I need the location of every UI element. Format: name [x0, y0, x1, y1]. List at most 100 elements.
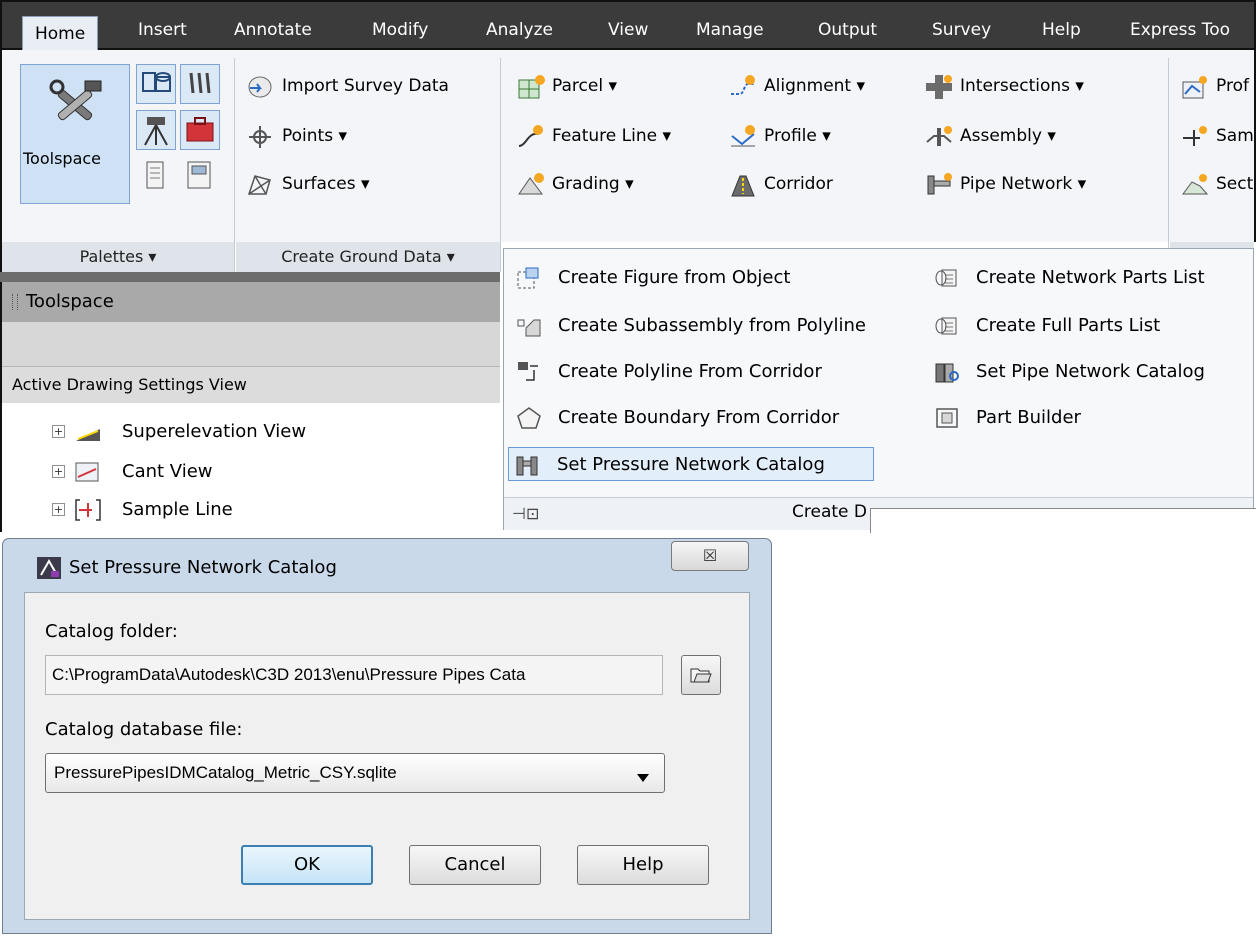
create-figure-icon [516, 266, 542, 290]
menu-label: Create Figure from Object [558, 267, 791, 288]
pin-icon[interactable]: ⊣⊡ [512, 504, 539, 523]
catalog-database-select[interactable]: PressurePipesIDMCatalog_Metric_CSY.sqlit… [45, 753, 665, 793]
pentagon-boundary-icon [516, 406, 542, 430]
menu-label: Create Full Parts List [976, 315, 1161, 336]
grading-label: Grading ▾ [552, 174, 634, 194]
palette-buttons-grid [134, 64, 230, 204]
panorama-icon[interactable] [180, 156, 220, 196]
sample-lines-icon [1180, 124, 1210, 150]
menu-label: Set Pressure Network Catalog [557, 454, 825, 475]
tab-annotate[interactable]: Annotate [234, 14, 312, 46]
dialog-title: Set Pressure Network Catalog [69, 557, 337, 578]
menu-label: Set Pipe Network Catalog [976, 361, 1205, 382]
tab-view[interactable]: View [608, 14, 648, 46]
tab-home[interactable]: Home [22, 16, 99, 51]
superelevation-view-icon [74, 419, 102, 445]
alignment-icon [728, 74, 758, 100]
tools-wrench-hammer-icon [47, 79, 103, 131]
create-ground-data-panel-label[interactable]: Create Ground Data ▾ [236, 242, 500, 272]
surfaces-icon [246, 172, 274, 198]
alignment-label: Alignment ▾ [764, 76, 866, 96]
pipe-network-catalog-icon [934, 360, 960, 384]
corridor-icon [728, 172, 758, 198]
tab-express-tools[interactable]: Express Too [1130, 14, 1230, 46]
part-builder-icon [934, 406, 960, 430]
menu-label: Create Polyline From Corridor [558, 361, 822, 382]
menu-label: Create Network Parts List [976, 267, 1205, 288]
grip-icon[interactable] [12, 294, 18, 310]
create-design-dropdown: Create Figure from Object Create Subasse… [503, 248, 1254, 530]
settings-tree: + Superelevation View + Cant View + Samp… [2, 403, 500, 531]
toolspace-label: Toolspace [23, 149, 102, 168]
grading-icon [516, 172, 546, 198]
tab-manage[interactable]: Manage [696, 14, 764, 46]
toolbox-icon[interactable] [180, 110, 220, 150]
panel-separator [234, 58, 235, 272]
feature-line-icon [516, 124, 546, 150]
menu-label: Part Builder [976, 407, 1081, 428]
profile-view-icon [1180, 74, 1210, 100]
cancel-button[interactable]: Cancel [409, 845, 541, 885]
pressure-network-catalog-icon [515, 453, 541, 477]
tab-help[interactable]: Help [1042, 14, 1081, 46]
tab-modify[interactable]: Modify [372, 14, 428, 46]
toolspace-button[interactable]: Toolspace [20, 64, 130, 204]
section-views-icon [1180, 172, 1210, 198]
tooltip-edge [870, 508, 1256, 533]
profile-view-label: Prof [1216, 76, 1249, 96]
full-parts-list-icon [934, 314, 960, 338]
properties-icon[interactable] [136, 156, 176, 196]
catalog-database-label: Catalog database file: [45, 719, 243, 740]
expand-icon[interactable]: + [52, 465, 65, 478]
ok-button[interactable]: OK [241, 845, 373, 885]
catalog-folder-field[interactable]: C:\ProgramData\Autodesk\C3D 2013\enu\Pre… [45, 655, 663, 695]
menu-set-pressure-network-catalog[interactable]: Set Pressure Network Catalog [508, 447, 874, 481]
profile-label: Profile ▾ [764, 126, 831, 146]
sample-lines-label: Sam [1216, 126, 1254, 146]
chevron-down-icon[interactable] [636, 768, 650, 788]
settings-tools-icon[interactable] [180, 64, 220, 104]
surfaces-label: Surfaces ▾ [282, 174, 370, 194]
catalog-database-value: PressurePipesIDMCatalog_Metric_CSY.sqlit… [54, 763, 397, 782]
create-subassembly-icon [516, 314, 542, 338]
palettes-panel-label[interactable]: Palettes ▾ [2, 242, 234, 272]
panel-separator [500, 58, 501, 272]
import-survey-data-label: Import Survey Data [282, 76, 449, 96]
intersections-label: Intersections ▾ [960, 76, 1084, 96]
tab-analyze[interactable]: Analyze [486, 14, 553, 46]
corridor-label: Corridor [764, 174, 833, 194]
points-icon [246, 124, 274, 150]
toolspace-titlebar[interactable]: Toolspace [2, 282, 500, 322]
prospector-icon[interactable] [136, 64, 176, 104]
toolspace-title: Toolspace [26, 291, 114, 312]
active-view-label: Active Drawing Settings View [12, 375, 247, 394]
tab-insert[interactable]: Insert [138, 14, 187, 46]
expand-icon[interactable]: + [52, 425, 65, 438]
parts-list-icon [934, 266, 960, 290]
expand-icon[interactable]: + [52, 503, 65, 516]
parcel-icon [516, 74, 546, 100]
parcel-label: Parcel ▾ [552, 76, 617, 96]
toolspace-toolbar-area [2, 322, 500, 366]
survey-tripod-icon[interactable] [136, 110, 176, 150]
profile-icon [728, 124, 758, 150]
feature-line-label: Feature Line ▾ [552, 126, 672, 146]
toolspace-view-selector[interactable]: Active Drawing Settings View [2, 366, 500, 404]
dialog-client-area: Catalog folder: C:\ProgramData\Autodesk\… [24, 592, 750, 920]
open-folder-icon [690, 665, 712, 685]
menu-label: Create Boundary From Corridor [558, 407, 840, 428]
cant-view-icon [74, 459, 102, 485]
pipe-network-label: Pipe Network ▾ [960, 174, 1087, 194]
tree-item-label: Cant View [122, 461, 213, 482]
panel-separator [1168, 58, 1169, 272]
close-button[interactable]: ☒ [671, 541, 749, 571]
autocad-app-icon [37, 557, 61, 584]
tab-survey[interactable]: Survey [932, 14, 991, 46]
menu-label: Create Subassembly from Polyline [558, 315, 866, 336]
browse-folder-button[interactable] [681, 655, 721, 695]
help-button[interactable]: Help [577, 845, 709, 885]
tab-output[interactable]: Output [818, 14, 877, 46]
create-polyline-icon [516, 360, 542, 384]
sample-line-icon [74, 497, 102, 523]
toolspace-top-band [0, 272, 500, 282]
